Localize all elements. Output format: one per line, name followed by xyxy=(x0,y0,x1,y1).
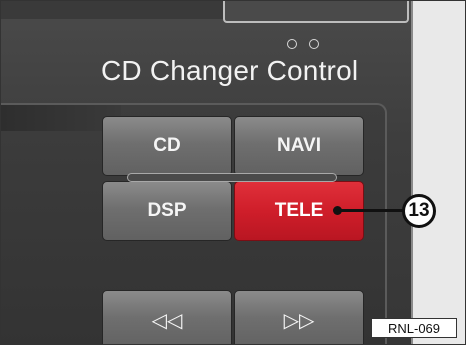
control-panel: CD Changer Control CD NAVI DSP TELE ◁◁ ▷… xyxy=(1,1,411,344)
top-button-edge[interactable] xyxy=(223,1,409,23)
indicator-dots xyxy=(287,39,319,49)
rewind-button[interactable]: ◁◁ xyxy=(102,290,232,344)
figure-reference-label: RNL-069 xyxy=(371,318,457,338)
cd-button[interactable]: CD xyxy=(102,116,232,176)
right-margin xyxy=(411,1,465,344)
fast-forward-button[interactable]: ▷▷ xyxy=(234,290,364,344)
figure-frame: CD Changer Control CD NAVI DSP TELE ◁◁ ▷… xyxy=(0,0,466,345)
button-divider-bar xyxy=(127,173,337,182)
dsp-button[interactable]: DSP xyxy=(102,181,232,241)
panel-title: CD Changer Control xyxy=(101,55,359,86)
callout-number-badge: 13 xyxy=(402,194,436,228)
callout-anchor-dot xyxy=(333,206,342,215)
indicator-dot xyxy=(309,39,319,49)
indicator-dot xyxy=(287,39,297,49)
top-panel-edge xyxy=(1,1,261,19)
navi-button[interactable]: NAVI xyxy=(234,116,364,176)
callout-leader-line xyxy=(337,209,405,212)
